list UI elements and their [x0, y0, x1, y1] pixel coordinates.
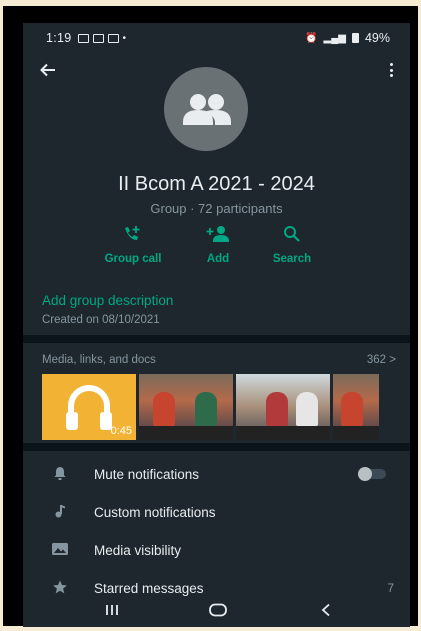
media-count[interactable]: 362 >	[367, 354, 396, 366]
system-icons: ⏰ ▂▄▆ 49%	[305, 31, 390, 45]
star-icon	[52, 580, 68, 597]
group-subtitle: Group · 72 participants	[150, 201, 283, 216]
image-icon	[52, 542, 68, 558]
custom-notifications-row[interactable]: Custom notifications	[23, 493, 410, 531]
more-options-icon[interactable]	[390, 63, 394, 77]
settings-list: Mute notifications Custom notifications …	[23, 451, 410, 597]
search-icon	[284, 226, 300, 242]
group-description-section[interactable]: Add group description Created on 08/10/2…	[23, 277, 410, 335]
dot-icon: •	[122, 32, 127, 44]
starred-messages-label: Starred messages	[94, 580, 204, 596]
media-thumbnails: 0:45	[42, 374, 379, 440]
app-notification-icon	[107, 33, 119, 43]
status-time: 1:19	[46, 31, 72, 45]
add-call-icon	[125, 226, 140, 240]
group-people-icon	[183, 94, 231, 125]
notification-icons: •	[77, 32, 127, 44]
group-header: II Bcom A 2021 - 2024 Group · 72 partici…	[23, 53, 410, 289]
add-label: Add	[206, 253, 230, 265]
music-note-icon	[52, 504, 68, 521]
group-avatar[interactable]	[164, 67, 248, 151]
recent-apps-icon[interactable]	[105, 603, 119, 621]
signal-icon: ▂▄▆	[323, 32, 346, 44]
audio-duration: 0:45	[110, 425, 132, 437]
search-label: Search	[272, 253, 312, 265]
gallery-notification-icon	[77, 33, 89, 43]
starred-count: 7	[387, 581, 394, 595]
mute-notifications-label: Mute notifications	[94, 466, 200, 482]
device-frame: 1:19 • ⏰ ▂▄▆ 49% II Bcom A 2021 - 2024 G…	[3, 6, 418, 627]
add-description-link[interactable]: Add group description	[42, 293, 173, 308]
bell-icon	[52, 466, 68, 483]
mute-toggle[interactable]	[358, 467, 386, 481]
photo-thumbnail[interactable]	[139, 374, 233, 440]
add-participant-button[interactable]: Add	[183, 225, 253, 265]
audio-thumbnail[interactable]: 0:45	[42, 374, 136, 440]
android-nav-bar	[23, 597, 410, 627]
phone-screen: 1:19 • ⏰ ▂▄▆ 49% II Bcom A 2021 - 2024 G…	[23, 23, 410, 627]
photo-thumbnail[interactable]	[236, 374, 330, 440]
home-icon[interactable]	[209, 603, 227, 621]
media-section: Media, links, and docs 362 > 0:45	[23, 343, 410, 443]
mute-notifications-row[interactable]: Mute notifications	[23, 455, 410, 493]
alarm-icon: ⏰	[305, 32, 318, 44]
battery-percent: 49%	[364, 31, 390, 45]
media-visibility-label: Media visibility	[94, 542, 182, 558]
custom-notifications-label: Custom notifications	[94, 504, 216, 520]
status-bar: 1:19 • ⏰ ▂▄▆ 49%	[23, 23, 410, 53]
back-arrow-icon[interactable]	[40, 61, 56, 84]
message-notification-icon	[92, 33, 104, 43]
media-title[interactable]: Media, links, and docs	[42, 354, 156, 366]
battery-icon	[351, 33, 359, 43]
search-button[interactable]: Search	[257, 225, 327, 265]
created-date: Created on 08/10/2021	[42, 314, 160, 326]
group-name: II Bcom A 2021 - 2024	[118, 173, 315, 195]
media-visibility-row[interactable]: Media visibility	[23, 531, 410, 569]
group-call-button[interactable]: Group call	[93, 225, 173, 265]
add-person-icon	[206, 226, 229, 242]
photo-thumbnail[interactable]	[333, 374, 379, 440]
back-nav-icon[interactable]	[321, 603, 331, 621]
group-call-label: Group call	[104, 253, 162, 265]
